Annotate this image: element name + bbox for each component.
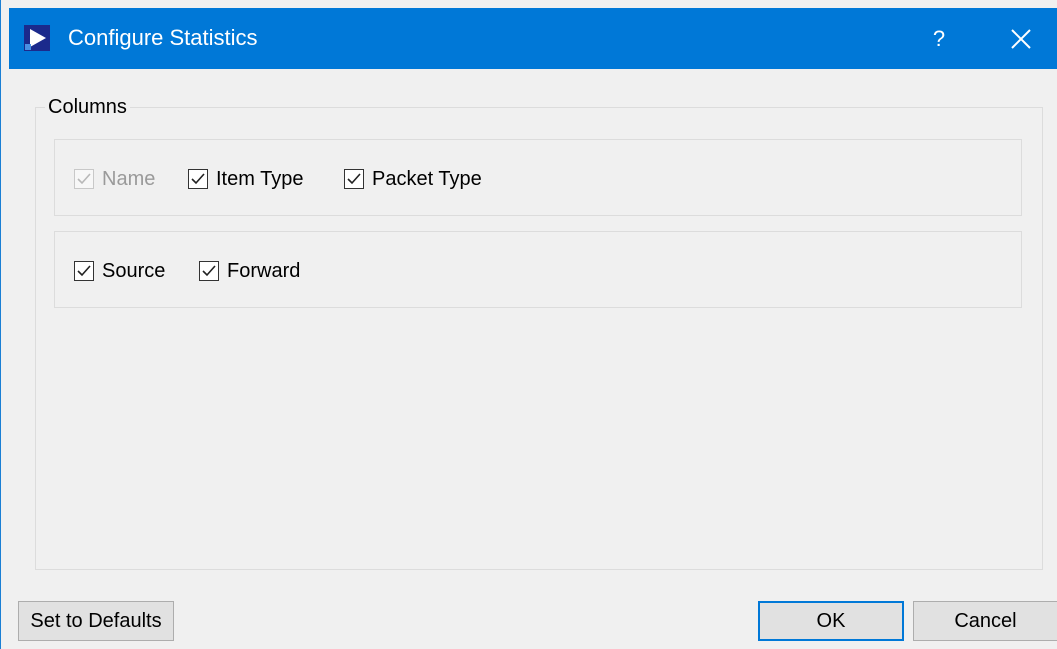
checkmark-icon bbox=[191, 173, 205, 185]
close-icon bbox=[1011, 29, 1031, 49]
checkmark-icon bbox=[202, 265, 216, 277]
name-checkbox: Name bbox=[74, 167, 155, 191]
columns-group-title: Columns bbox=[45, 95, 130, 119]
cancel-button[interactable]: Cancel bbox=[913, 601, 1057, 641]
set-to-defaults-button[interactable]: Set to Defaults bbox=[18, 601, 174, 641]
app-play-icon bbox=[24, 25, 50, 51]
checkmark-icon bbox=[77, 173, 91, 185]
help-button[interactable]: ? bbox=[913, 19, 965, 59]
item-type-checkbox-label: Item Type bbox=[216, 167, 304, 190]
columns-panel-1: Name Item Type Packet Type bbox=[54, 139, 1022, 216]
checkbox-box bbox=[344, 169, 364, 189]
checkbox-box bbox=[74, 169, 94, 189]
name-checkbox-label: Name bbox=[102, 167, 156, 190]
close-button[interactable] bbox=[995, 19, 1047, 59]
checkbox-box bbox=[74, 261, 94, 281]
forward-checkbox-label: Forward bbox=[227, 259, 301, 282]
packet-type-checkbox[interactable]: Packet Type bbox=[344, 167, 482, 191]
forward-checkbox[interactable]: Forward bbox=[199, 259, 300, 283]
columns-panel-2: Source Forward bbox=[54, 231, 1022, 308]
checkbox-box bbox=[199, 261, 219, 281]
window-title: Configure Statistics bbox=[68, 25, 258, 50]
packet-type-checkbox-label: Packet Type bbox=[372, 167, 482, 190]
checkmark-icon bbox=[347, 173, 361, 185]
title-bar: Configure Statistics ? bbox=[9, 8, 1057, 69]
checkmark-icon bbox=[77, 265, 91, 277]
item-type-checkbox[interactable]: Item Type bbox=[188, 167, 303, 191]
checkbox-box bbox=[188, 169, 208, 189]
source-checkbox[interactable]: Source bbox=[74, 259, 165, 283]
ok-button[interactable]: OK bbox=[758, 601, 904, 641]
configure-statistics-dialog: Configure Statistics ? Columns Name Item… bbox=[0, 0, 1057, 649]
source-checkbox-label: Source bbox=[102, 259, 166, 282]
